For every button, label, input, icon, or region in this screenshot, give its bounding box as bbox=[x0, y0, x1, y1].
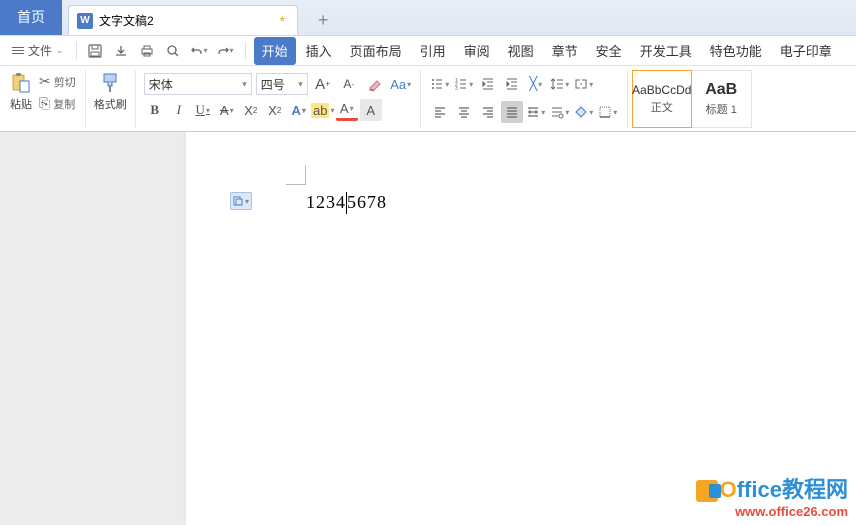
undo-icon[interactable]: ▾ bbox=[187, 39, 211, 63]
doc-title: 文字文稿2 bbox=[99, 12, 154, 29]
align-justify-button[interactable] bbox=[501, 101, 523, 123]
tab-page-layout[interactable]: 页面布局 bbox=[342, 37, 410, 65]
print-preview-icon[interactable] bbox=[161, 39, 185, 63]
hamburger-icon bbox=[12, 47, 24, 54]
copy-icon: ⎘ bbox=[39, 95, 50, 112]
cut-button[interactable]: ✂剪切 bbox=[36, 72, 79, 91]
highlight-button[interactable]: ab bbox=[312, 99, 334, 121]
shrink-font-button[interactable]: A- bbox=[338, 73, 360, 95]
scissors-icon: ✂ bbox=[39, 73, 51, 90]
left-gutter bbox=[0, 132, 186, 525]
watermark-logo-icon bbox=[696, 480, 718, 502]
document-text[interactable]: 12345678 bbox=[306, 192, 387, 215]
format-painter-button[interactable]: 格式刷 bbox=[92, 70, 129, 114]
font-color-button[interactable]: A bbox=[336, 99, 358, 121]
strikethrough-button[interactable]: A bbox=[216, 99, 238, 121]
font-name-select[interactable]: 宋体 bbox=[144, 73, 252, 95]
file-menu[interactable]: 文件 ⌄ bbox=[6, 39, 70, 63]
text-cursor bbox=[346, 192, 347, 214]
bold-button[interactable]: B bbox=[144, 99, 166, 121]
copy-button[interactable]: ⎘复制 bbox=[36, 94, 79, 113]
line-spacing-button[interactable] bbox=[549, 73, 571, 95]
underline-button[interactable]: U bbox=[192, 99, 214, 121]
tab-security[interactable]: 安全 bbox=[588, 37, 630, 65]
print-icon[interactable] bbox=[135, 39, 159, 63]
document-page[interactable]: 12345678 bbox=[186, 132, 856, 525]
style-normal[interactable]: AaBbCcDd 正文 bbox=[632, 70, 692, 128]
text-direction-button[interactable]: ╳ bbox=[525, 73, 547, 95]
tabs-button[interactable] bbox=[573, 73, 595, 95]
unsaved-indicator: * bbox=[280, 13, 285, 29]
align-left-button[interactable] bbox=[429, 101, 451, 123]
output-icon[interactable] bbox=[109, 39, 133, 63]
paste-button[interactable]: 粘贴 bbox=[8, 70, 34, 114]
margin-marker bbox=[286, 165, 306, 185]
document-tab[interactable]: W 文字文稿2 * bbox=[68, 5, 298, 35]
shading-button[interactable] bbox=[573, 101, 595, 123]
tab-stamp[interactable]: 电子印章 bbox=[772, 37, 840, 65]
change-case-button[interactable]: Aa bbox=[390, 73, 412, 95]
home-tab[interactable]: 首页 bbox=[0, 0, 62, 35]
numbering-button[interactable]: 123 bbox=[453, 73, 475, 95]
tab-review[interactable]: 审阅 bbox=[456, 37, 498, 65]
para-tools-button[interactable] bbox=[549, 101, 571, 123]
watermark: Office教程网 www.office26.com bbox=[696, 472, 848, 519]
font-size-select[interactable]: 四号 bbox=[256, 73, 308, 95]
align-center-button[interactable] bbox=[453, 101, 475, 123]
redo-icon[interactable]: ▾ bbox=[213, 39, 237, 63]
align-right-button[interactable] bbox=[477, 101, 499, 123]
borders-button[interactable] bbox=[597, 101, 619, 123]
superscript-button[interactable]: X2 bbox=[240, 99, 262, 121]
bullets-button[interactable] bbox=[429, 73, 451, 95]
brush-icon bbox=[99, 72, 121, 94]
svg-text:3: 3 bbox=[455, 86, 458, 91]
new-tab-button[interactable]: + bbox=[308, 5, 338, 35]
grow-font-button[interactable]: A+ bbox=[312, 73, 334, 95]
tab-start[interactable]: 开始 bbox=[254, 37, 296, 65]
clear-format-button[interactable] bbox=[364, 73, 386, 95]
save-icon[interactable] bbox=[83, 39, 107, 63]
char-shading-button[interactable]: A bbox=[360, 99, 382, 121]
paste-options-button[interactable] bbox=[230, 192, 252, 210]
text-effects-button[interactable]: A bbox=[288, 99, 310, 121]
italic-button[interactable]: I bbox=[168, 99, 190, 121]
decrease-indent-button[interactable] bbox=[477, 73, 499, 95]
tab-chapter[interactable]: 章节 bbox=[544, 37, 586, 65]
tab-special[interactable]: 特色功能 bbox=[702, 37, 770, 65]
tab-insert[interactable]: 插入 bbox=[298, 37, 340, 65]
paste-icon bbox=[10, 72, 32, 94]
tab-references[interactable]: 引用 bbox=[412, 37, 454, 65]
doc-icon: W bbox=[77, 13, 93, 29]
tab-view[interactable]: 视图 bbox=[500, 37, 542, 65]
style-heading1[interactable]: AaB 标题 1 bbox=[692, 70, 752, 128]
subscript-button[interactable]: X2 bbox=[264, 99, 286, 121]
tab-developer[interactable]: 开发工具 bbox=[632, 37, 700, 65]
increase-indent-button[interactable] bbox=[501, 73, 523, 95]
distribute-button[interactable] bbox=[525, 101, 547, 123]
